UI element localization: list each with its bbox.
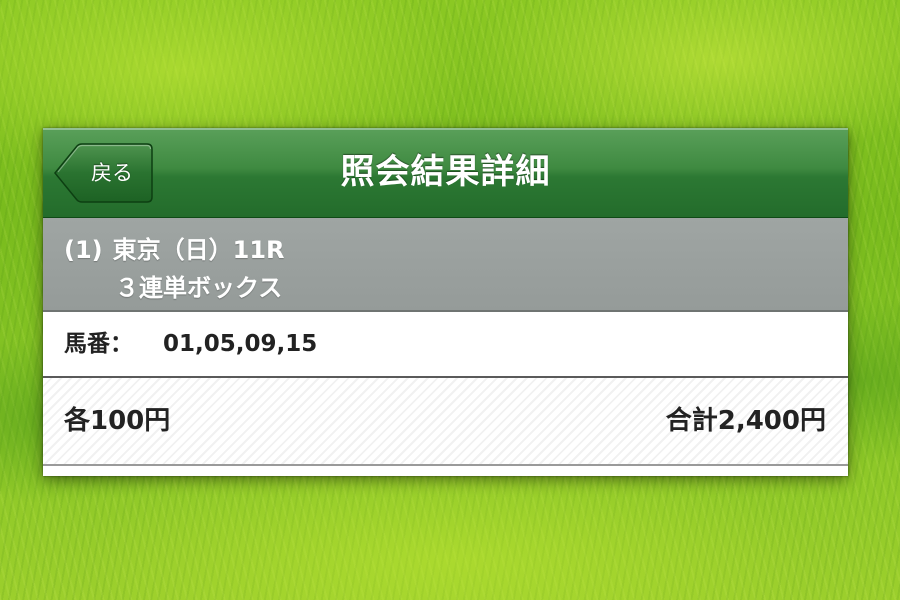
- navigation-bar: 戻る 照会結果詳細: [43, 128, 848, 218]
- total-amount: 合計2,400円: [665, 406, 826, 436]
- race-number: (1): [64, 236, 103, 264]
- horse-numbers-row: 馬番： 01,05,09,15: [43, 312, 848, 378]
- amount-row: 各100円 合計2,400円: [43, 378, 848, 466]
- race-venue: 東京（日）11R: [112, 236, 285, 264]
- race-title-row: (1) 東京（日）11R: [64, 230, 285, 265]
- page-title: 照会結果詳細: [340, 152, 551, 192]
- race-info-header: (1) 東京（日）11R ３連単ボックス: [43, 218, 848, 312]
- result-detail-panel: 戻る 照会結果詳細 (1) 東京（日）11R ３連単ボックス 馬番： 01,05,…: [43, 128, 848, 476]
- unit-amount: 各100円: [64, 406, 171, 436]
- horse-numbers-label: 馬番：: [64, 331, 133, 357]
- horse-numbers-value: 01,05,09,15: [163, 331, 318, 357]
- bet-type: ３連単ボックス: [115, 274, 283, 302]
